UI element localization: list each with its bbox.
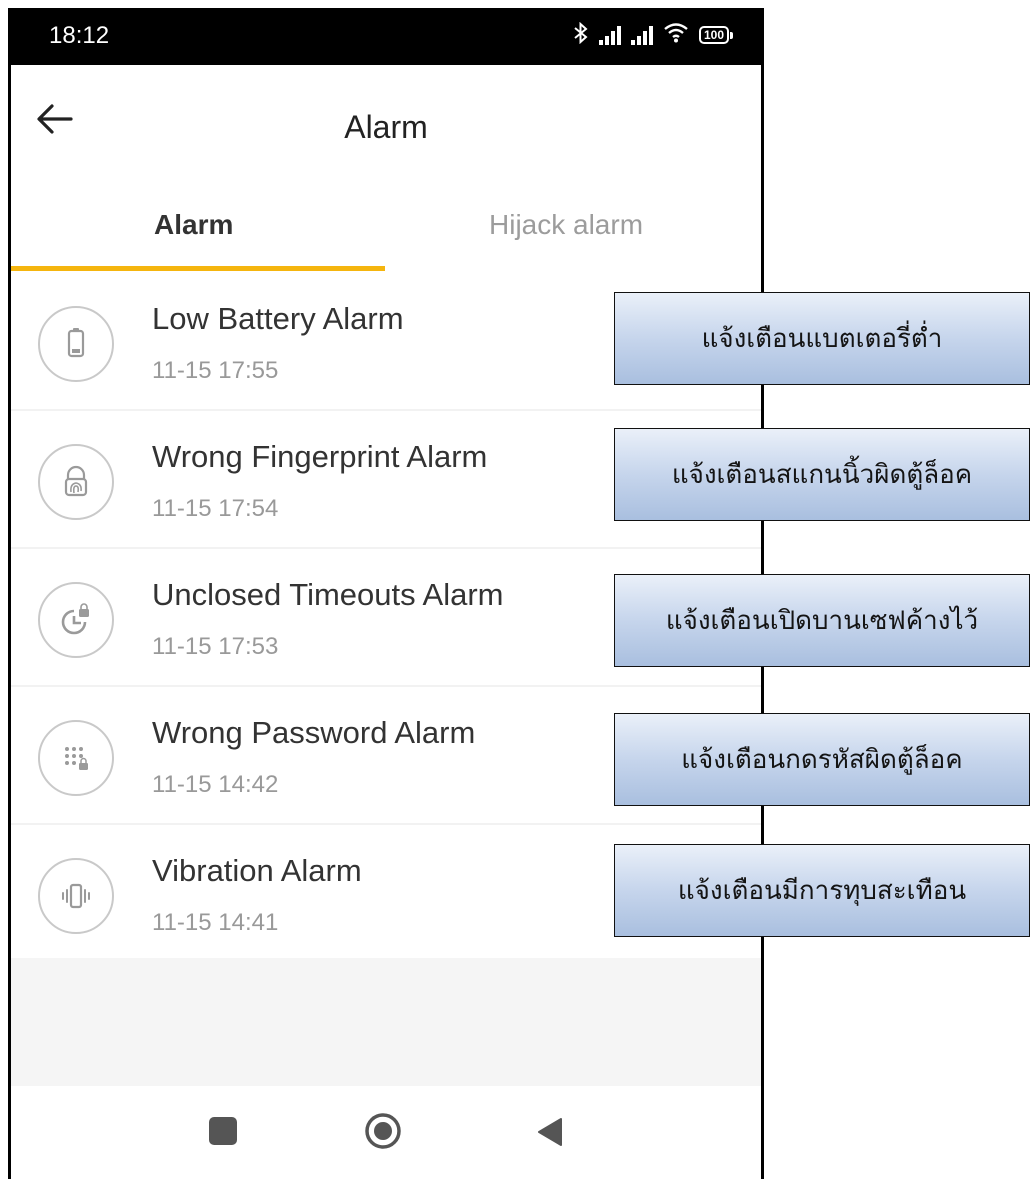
status-bar: 18:12 100 [11, 8, 761, 65]
callout-wrong-password: แจ้งเตือนกดรหัสผิดตู้ล็อค [614, 713, 1030, 806]
tab-alarm[interactable]: Alarm [11, 183, 385, 271]
callout-connector [761, 8, 764, 292]
callout-vibration: แจ้งเตือนมีการทุบสะเทือน [614, 844, 1030, 937]
callout-low-battery: แจ้งเตือนแบตเตอรี่ต่ำ [614, 292, 1030, 385]
tab-indicator [11, 266, 385, 271]
app-bar: Alarm [11, 65, 761, 175]
fingerprint-lock-icon [38, 444, 114, 520]
battery-icon: 100 [698, 25, 733, 45]
system-nav-bar [11, 1086, 761, 1179]
alarm-time: 11-15 17:54 [152, 495, 279, 522]
wifi-icon [663, 21, 689, 49]
battery-level: 100 [698, 26, 729, 44]
callout-unclosed-timeout: แจ้งเตือนเปิดบานเซฟค้างไว้ [614, 574, 1030, 667]
back-triangle-icon[interactable] [535, 1116, 565, 1148]
alarm-time: 11-15 17:53 [152, 633, 279, 660]
alarm-time: 11-15 17:55 [152, 357, 279, 384]
tab-hijack-alarm[interactable]: Hijack alarm [385, 183, 761, 271]
vibration-icon [38, 858, 114, 934]
alarm-time: 11-15 14:41 [152, 909, 279, 936]
timeout-lock-icon [38, 582, 114, 658]
alarm-title: Vibration Alarm [152, 853, 362, 888]
signal-icon [630, 25, 653, 45]
empty-area [11, 958, 761, 1086]
bluetooth-icon [573, 21, 589, 49]
signal-icon [598, 25, 621, 45]
alarm-title: Wrong Fingerprint Alarm [152, 439, 488, 474]
keypad-lock-icon [38, 720, 114, 796]
alarm-title: Low Battery Alarm [152, 301, 404, 336]
alarm-title: Wrong Password Alarm [152, 715, 476, 750]
status-icons: 100 [573, 21, 733, 49]
alarm-title: Unclosed Timeouts Alarm [152, 577, 504, 612]
tab-bar: Alarm Hijack alarm [11, 183, 761, 274]
tab-hijack-alarm-label: Hijack alarm [489, 209, 644, 240]
callout-wrong-fingerprint: แจ้งเตือนสแกนนิ้วผิดตู้ล็อค [614, 428, 1030, 521]
home-circle-icon[interactable] [364, 1112, 402, 1150]
page-title: Alarm [344, 109, 428, 145]
tab-alarm-label: Alarm [154, 209, 234, 240]
recents-square-icon[interactable] [209, 1117, 237, 1145]
status-time: 18:12 [49, 22, 110, 49]
alarm-time: 11-15 14:42 [152, 771, 279, 798]
battery-icon [38, 306, 114, 382]
